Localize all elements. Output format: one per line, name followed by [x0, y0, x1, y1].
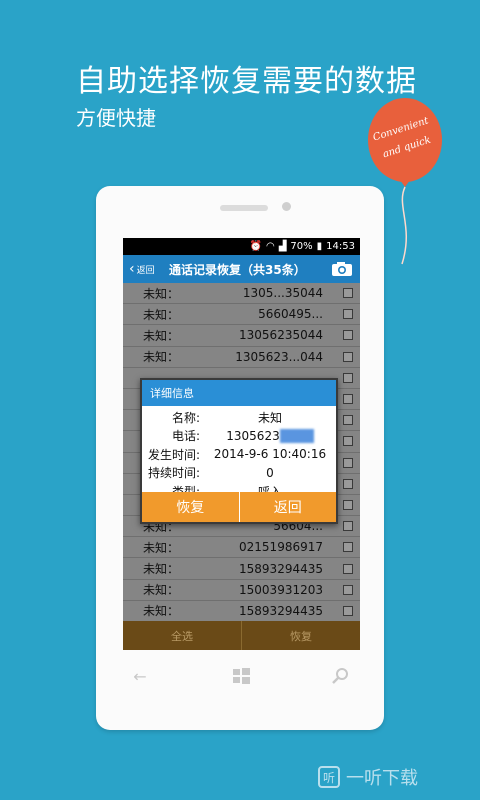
dialog-restore-button[interactable]: 恢复	[142, 492, 239, 522]
duration-value: 0	[266, 465, 274, 480]
list-item[interactable]: 未知： 15893294435	[123, 601, 360, 622]
watermark-text: 一听下载	[346, 768, 418, 789]
status-time: 14:53	[326, 241, 355, 252]
search-icon[interactable]	[328, 664, 352, 688]
site-watermark: 听 一听下载	[318, 764, 418, 790]
phone-value: 1305623	[226, 428, 280, 443]
name-label: 名称:	[171, 410, 200, 425]
list-item[interactable]: 未知： 13056235044	[123, 325, 360, 347]
list-item[interactable]: 未知： 1305...35044	[123, 283, 360, 305]
caller-number: 1305...35044	[242, 286, 323, 301]
duration-label: 持续时间:	[147, 466, 200, 481]
phone-value-wrap: 1305623	[204, 428, 336, 443]
bottom-action-bar: 全选 恢复	[123, 621, 360, 650]
list-item[interactable]: 未知： 15003931203	[123, 580, 360, 601]
camera-icon[interactable]	[331, 261, 353, 277]
row-checkbox[interactable]	[343, 330, 353, 341]
page-title: 通话记录恢复（共35条）	[169, 262, 306, 277]
name-value: 未知	[257, 410, 282, 425]
row-checkbox[interactable]	[343, 584, 353, 595]
promo-subline: 方便快捷	[76, 106, 156, 130]
caller-number: 1305623...044	[235, 349, 323, 364]
caller-number: 5660495...	[258, 307, 323, 322]
row-checkbox[interactable]	[343, 563, 353, 574]
row-checkbox[interactable]	[343, 415, 353, 426]
list-item[interactable]: 未知： 02151986917	[123, 537, 360, 559]
back-arrow-icon[interactable]: ←	[128, 664, 152, 688]
phone-nav-keys: ←	[96, 664, 384, 692]
title-bar: ‹ 返回 通话记录恢复（共35条）	[123, 255, 360, 283]
caller-name: 未知：	[143, 328, 180, 343]
row-checkbox[interactable]	[343, 394, 353, 405]
select-all-button[interactable]: 全选	[123, 621, 241, 650]
promo-headline: 自助选择恢复需要的数据	[76, 64, 417, 99]
row-checkbox[interactable]	[343, 605, 353, 616]
caller-name: 未知：	[143, 562, 180, 577]
row-checkbox[interactable]	[343, 478, 353, 489]
caller-name: 未知：	[143, 307, 180, 322]
caller-number: 13056235044	[239, 328, 323, 343]
dialog-row-duration: 持续时间: 0	[142, 464, 336, 483]
caller-name: 未知：	[143, 583, 180, 598]
caller-number: 02151986917	[239, 540, 323, 555]
row-checkbox[interactable]	[343, 436, 353, 447]
caller-name: 未知：	[143, 604, 180, 619]
battery-icon: ▮	[316, 241, 323, 252]
watermark-logo: 听	[318, 766, 340, 788]
row-checkbox[interactable]	[343, 309, 353, 320]
dialog-row-time: 发生时间: 2014-9-6 10:40:16	[142, 445, 336, 464]
row-checkbox[interactable]	[343, 499, 353, 510]
list-item[interactable]: 未知： 1305623...044	[123, 347, 360, 368]
windows-start-icon[interactable]	[229, 664, 253, 688]
row-checkbox[interactable]	[343, 372, 353, 383]
back-button-label: 返回	[136, 265, 155, 276]
detail-dialog: 详细信息 名称: 未知 电话: 1305623 发生时间: 2014-9-6 1…	[140, 378, 338, 524]
dialog-back-button[interactable]: 返回	[239, 492, 336, 522]
back-button[interactable]: ‹ 返回	[123, 261, 169, 277]
caller-number: 15893294435	[239, 603, 323, 618]
dialog-row-name: 名称: 未知	[142, 408, 336, 427]
caller-number: 15003931203	[239, 582, 323, 597]
dialog-title: 详细信息	[142, 380, 336, 406]
front-camera-dot	[282, 202, 291, 211]
list-item[interactable]: 未知： 5660495...	[123, 304, 360, 326]
caller-number: 15893294435	[239, 561, 323, 576]
row-checkbox[interactable]	[343, 542, 353, 553]
dialog-row-phone: 电话: 1305623	[142, 427, 336, 446]
time-label: 发生时间:	[147, 447, 200, 462]
dialog-buttons: 恢复 返回	[142, 492, 336, 522]
wifi-icon: ◠	[265, 241, 275, 252]
signal-icon: ▟	[278, 241, 287, 252]
caller-name: 未知：	[143, 286, 180, 301]
row-checkbox[interactable]	[343, 288, 353, 299]
caller-name: 未知：	[143, 350, 180, 365]
time-value: 2014-9-6 10:40:16	[213, 447, 327, 462]
row-checkbox[interactable]	[343, 351, 353, 362]
redacted-digits	[279, 429, 314, 443]
row-checkbox[interactable]	[343, 521, 353, 532]
restore-all-button[interactable]: 恢复	[242, 621, 360, 650]
list-item[interactable]: 未知： 15893294435	[123, 558, 360, 580]
battery-level: 70%	[290, 241, 313, 252]
caller-name: 未知：	[143, 540, 180, 555]
status-bar: ⏰ ◠ ▟ 70% ▮ 14:53	[123, 238, 360, 255]
chevron-left-icon: ‹	[129, 261, 135, 277]
phone-label: 电话:	[171, 429, 200, 444]
row-checkbox[interactable]	[343, 457, 353, 468]
phone-speaker	[220, 205, 268, 211]
alarm-icon: ⏰	[249, 241, 262, 252]
